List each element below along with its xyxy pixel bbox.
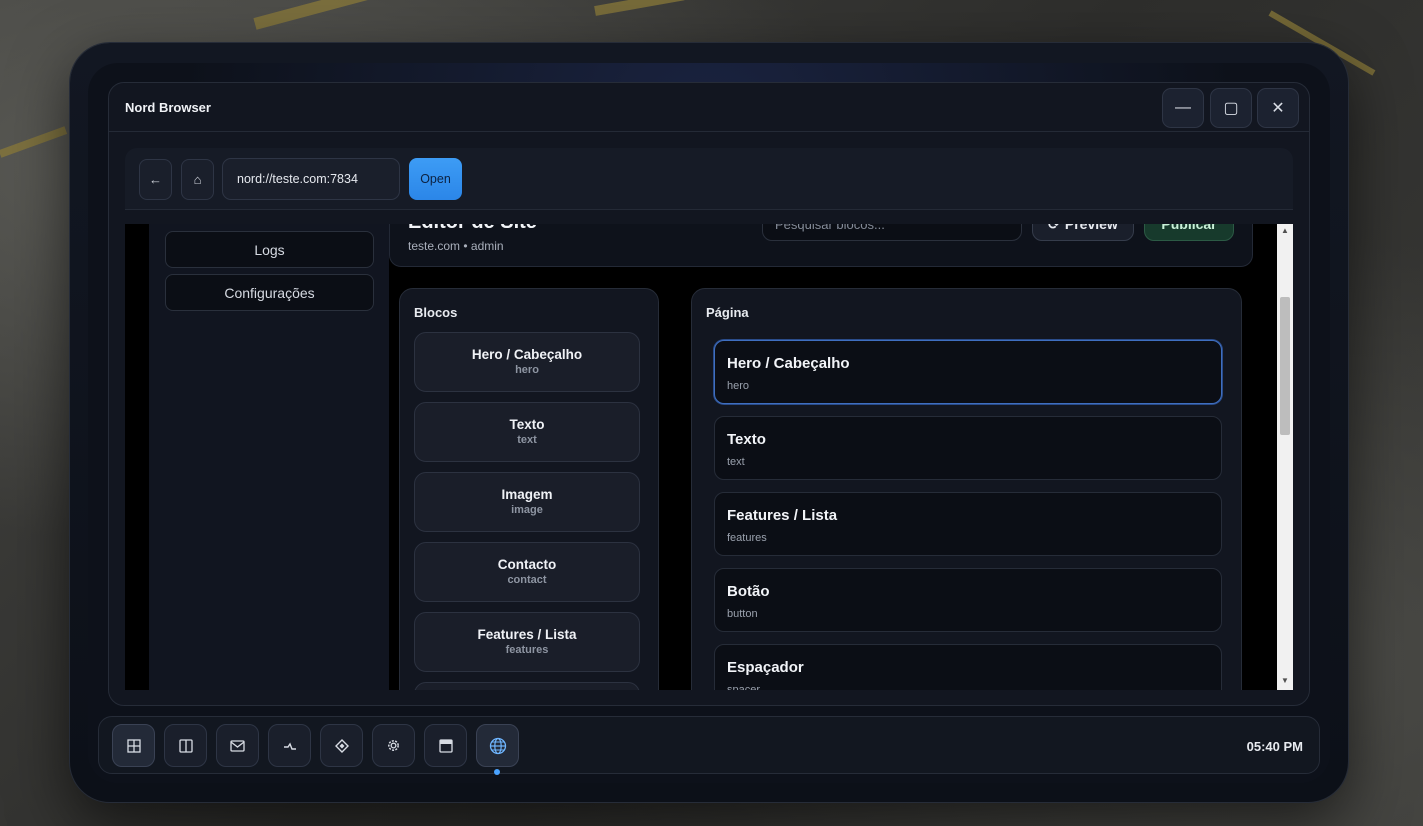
back-arrow-icon: ←	[149, 172, 162, 187]
taskbar-window-button[interactable]	[424, 724, 467, 767]
block-name: Features / Lista	[477, 627, 577, 642]
grid-icon	[126, 738, 141, 753]
taskbar-activity-button[interactable]	[268, 724, 311, 767]
page-item-selected[interactable]: Hero / Cabeçalho hero	[714, 340, 1222, 404]
page-item-slug: text	[727, 456, 745, 468]
mail-icon	[230, 739, 245, 752]
maximize-icon: ▢	[1223, 100, 1239, 117]
page-item[interactable]: Botão button	[714, 568, 1222, 632]
scroll-up-icon[interactable]: ▲	[1280, 226, 1290, 236]
page-subtitle: teste.com • admin	[408, 239, 504, 253]
scrollbar-thumb[interactable]	[1280, 297, 1290, 435]
block-name: Imagem	[501, 487, 553, 502]
close-icon: ✕	[1271, 100, 1285, 117]
activity-icon	[283, 742, 296, 750]
home-icon: ⌂	[193, 172, 202, 187]
scroll-down-icon[interactable]: ▼	[1280, 676, 1290, 686]
block-slug: text	[517, 434, 537, 446]
block-item[interactable]: Features / Lista features	[414, 612, 640, 672]
page-panel: Página Hero / Cabeçalho hero Texto text …	[691, 288, 1242, 690]
blocks-panel: Blocos Hero / Cabeçalho hero Texto text …	[399, 288, 659, 690]
page-item-slug: hero	[727, 380, 750, 392]
block-name: Hero / Cabeçalho	[471, 347, 583, 362]
page-item-name: Texto	[727, 431, 766, 448]
block-item-partial[interactable]	[414, 682, 640, 690]
split-view-icon	[178, 738, 193, 753]
page-item-name: Botão	[727, 583, 770, 600]
page-item[interactable]: Texto text	[714, 416, 1222, 480]
page-item-name: Features / Lista	[727, 507, 838, 524]
sidebar-item-settings[interactable]: Configurações	[165, 274, 374, 311]
admin-sidebar: Logs Configurações	[149, 224, 389, 690]
block-slug: contact	[507, 574, 547, 586]
minimize-button[interactable]: —	[1162, 88, 1204, 128]
back-button[interactable]: ←	[139, 159, 172, 200]
page-item[interactable]: Espaçador spacer	[714, 644, 1222, 690]
window-title: Nord Browser	[125, 100, 211, 115]
refresh-icon: ⟳	[1048, 224, 1060, 233]
gear-icon	[388, 740, 399, 751]
page-panel-title: Página	[706, 305, 749, 320]
close-button[interactable]: ✕	[1257, 88, 1299, 128]
minimize-icon: —	[1175, 99, 1191, 116]
title-bar: Nord Browser — ▢ ✕	[109, 83, 1309, 132]
search-blocks-input[interactable]: Pesquisar blocos...	[762, 224, 1022, 241]
scrollbar[interactable]: ▲ ▼	[1277, 224, 1293, 690]
window-icon	[438, 738, 453, 753]
page-item-slug: spacer	[727, 684, 761, 690]
taskbar-grid-button[interactable]	[112, 724, 155, 767]
home-button[interactable]: ⌂	[181, 159, 214, 200]
page-item-slug: button	[727, 608, 758, 620]
active-app-indicator	[494, 769, 500, 775]
taskbar-mail-button[interactable]	[216, 724, 259, 767]
block-name: Texto	[509, 417, 545, 432]
editor-header: Editor de Site teste.com • admin Pesquis…	[389, 224, 1253, 267]
block-name: Contacto	[497, 557, 557, 572]
maximize-button[interactable]: ▢	[1210, 88, 1252, 128]
taskbar-diamond-button[interactable]	[320, 724, 363, 767]
taskbar-settings-button[interactable]	[372, 724, 415, 767]
block-slug: hero	[515, 364, 539, 376]
taskbar: 05:40 PM	[98, 716, 1320, 775]
clock: 05:40 PM	[1246, 739, 1303, 754]
web-viewport: Logs Configurações Editor de Site teste.…	[125, 224, 1293, 690]
preview-button[interactable]: ⟳ Preview	[1032, 224, 1134, 241]
browser-toolbar: ← ⌂ nord://teste.com:7834 Open	[125, 148, 1293, 210]
block-slug: features	[505, 644, 549, 656]
block-item[interactable]: Hero / Cabeçalho hero	[414, 332, 640, 392]
open-button[interactable]: Open	[409, 158, 462, 200]
globe-icon	[489, 737, 506, 754]
block-slug: image	[511, 504, 543, 516]
block-item[interactable]: Imagem image	[414, 472, 640, 532]
page-title: Editor de Site	[408, 224, 537, 234]
page-item-slug: features	[727, 532, 767, 544]
taskbar-browser-button[interactable]	[476, 724, 519, 767]
page-item-name: Espaçador	[727, 659, 804, 676]
sidebar-item-logs[interactable]: Logs	[165, 231, 374, 268]
diamond-icon	[334, 738, 349, 753]
browser-window: Nord Browser — ▢ ✕ ← ⌂ nord://teste.com:…	[108, 82, 1310, 706]
publish-button[interactable]: Publicar	[1144, 224, 1234, 241]
block-item[interactable]: Contacto contact	[414, 542, 640, 602]
block-item[interactable]: Texto text	[414, 402, 640, 462]
preview-label: Preview	[1064, 224, 1118, 232]
blocks-panel-title: Blocos	[414, 305, 458, 320]
page-item[interactable]: Features / Lista features	[714, 492, 1222, 556]
url-input[interactable]: nord://teste.com:7834	[222, 158, 400, 200]
page-item-name: Hero / Cabeçalho	[727, 355, 850, 372]
taskbar-split-button[interactable]	[164, 724, 207, 767]
